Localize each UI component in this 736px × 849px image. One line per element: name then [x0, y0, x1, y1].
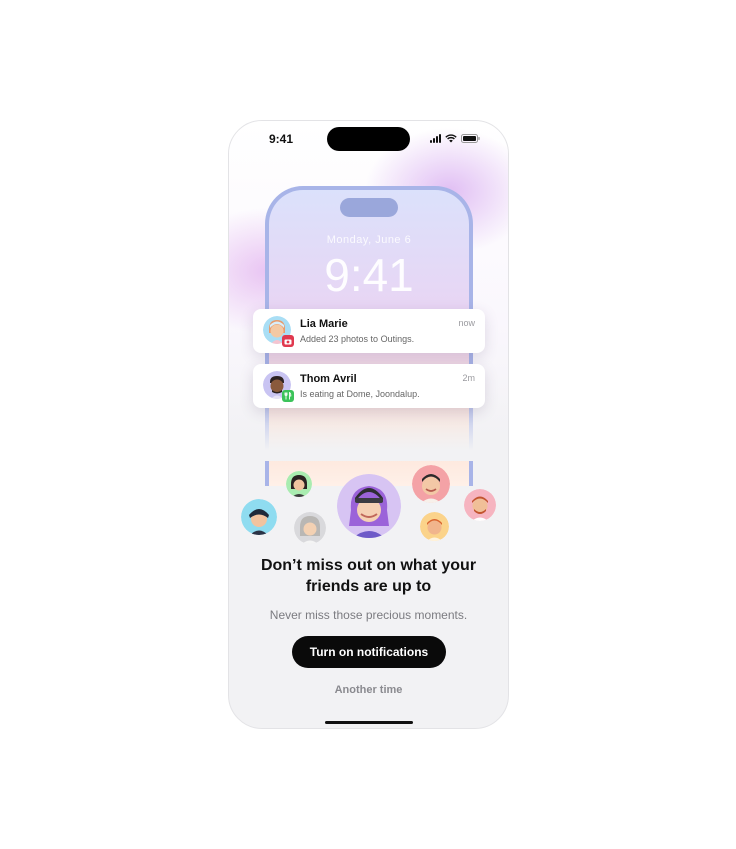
friend-avatar: [286, 471, 312, 497]
home-indicator[interactable]: [325, 721, 413, 724]
lock-screen-time: 9:41: [324, 249, 414, 301]
friend-avatar: [420, 512, 449, 541]
notification-sender: Lia Marie: [300, 318, 348, 330]
headline-line-1: Don’t miss out on what your: [260, 557, 477, 574]
fork-knife-icon: [282, 390, 294, 402]
friend-avatar: [412, 465, 450, 503]
notification-avatar: [263, 316, 294, 347]
notification-card: Thom Avril Is eating at Dome, Joondalup.…: [253, 364, 485, 408]
lock-screen-date: Monday, June 6: [326, 234, 412, 246]
dynamic-island: [327, 127, 410, 151]
battery-icon: [461, 134, 480, 143]
headline: Don’t miss out on what your friends are …: [229, 555, 508, 597]
phone-frame: 9:41 Monday, June 6 9:41 Lia Marie Added…: [228, 120, 509, 729]
status-bar-icons: [430, 134, 480, 143]
status-bar-time: 9:41: [269, 132, 294, 146]
another-time-button[interactable]: Another time: [229, 684, 508, 696]
wifi-icon: [445, 134, 457, 143]
subtext: Never miss those precious moments.: [269, 608, 468, 622]
friend-avatar: [464, 489, 496, 521]
headline-line-2: friends are up to: [305, 578, 432, 595]
camera-icon: [282, 335, 294, 347]
lock-screen-island: [340, 198, 398, 217]
notification-message: Added 23 photos to Outings.: [300, 334, 415, 344]
friend-avatar: [294, 512, 326, 544]
notification-avatar: [263, 371, 294, 402]
notification-time: now: [458, 318, 475, 328]
notification-message: Is eating at Dome, Joondalup.: [300, 389, 420, 399]
turn-on-notifications-button[interactable]: Turn on notifications: [292, 636, 446, 668]
notification-card: Lia Marie Added 23 photos to Outings. no…: [253, 309, 485, 353]
cellular-signal-icon: [430, 134, 441, 143]
friend-avatar-featured: [337, 474, 401, 538]
notification-sender: Thom Avril: [300, 373, 357, 385]
notification-time: 2m: [462, 373, 475, 383]
friend-avatar: [241, 499, 277, 535]
